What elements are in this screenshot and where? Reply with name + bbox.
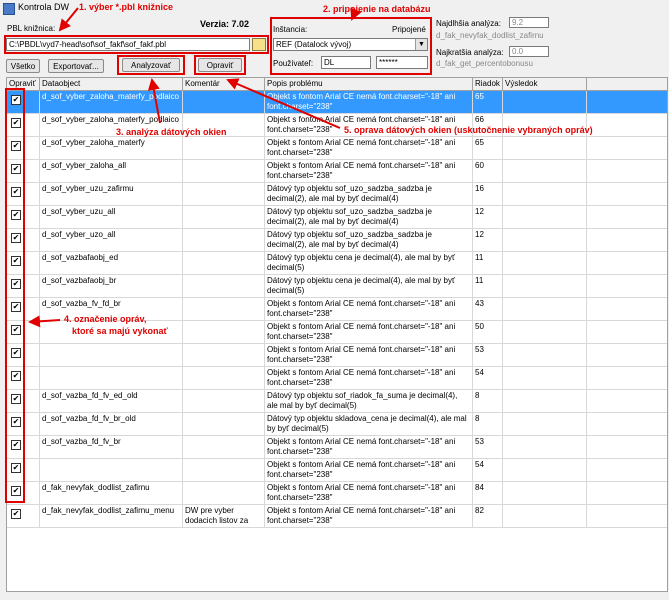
annotation-arrows [28, 7, 362, 328]
arrow-1 [58, 7, 79, 32]
arrow-5 [226, 78, 341, 129]
arrow-3 [147, 78, 161, 124]
arrow-4 [28, 315, 61, 328]
arrow-2 [350, 7, 362, 21]
